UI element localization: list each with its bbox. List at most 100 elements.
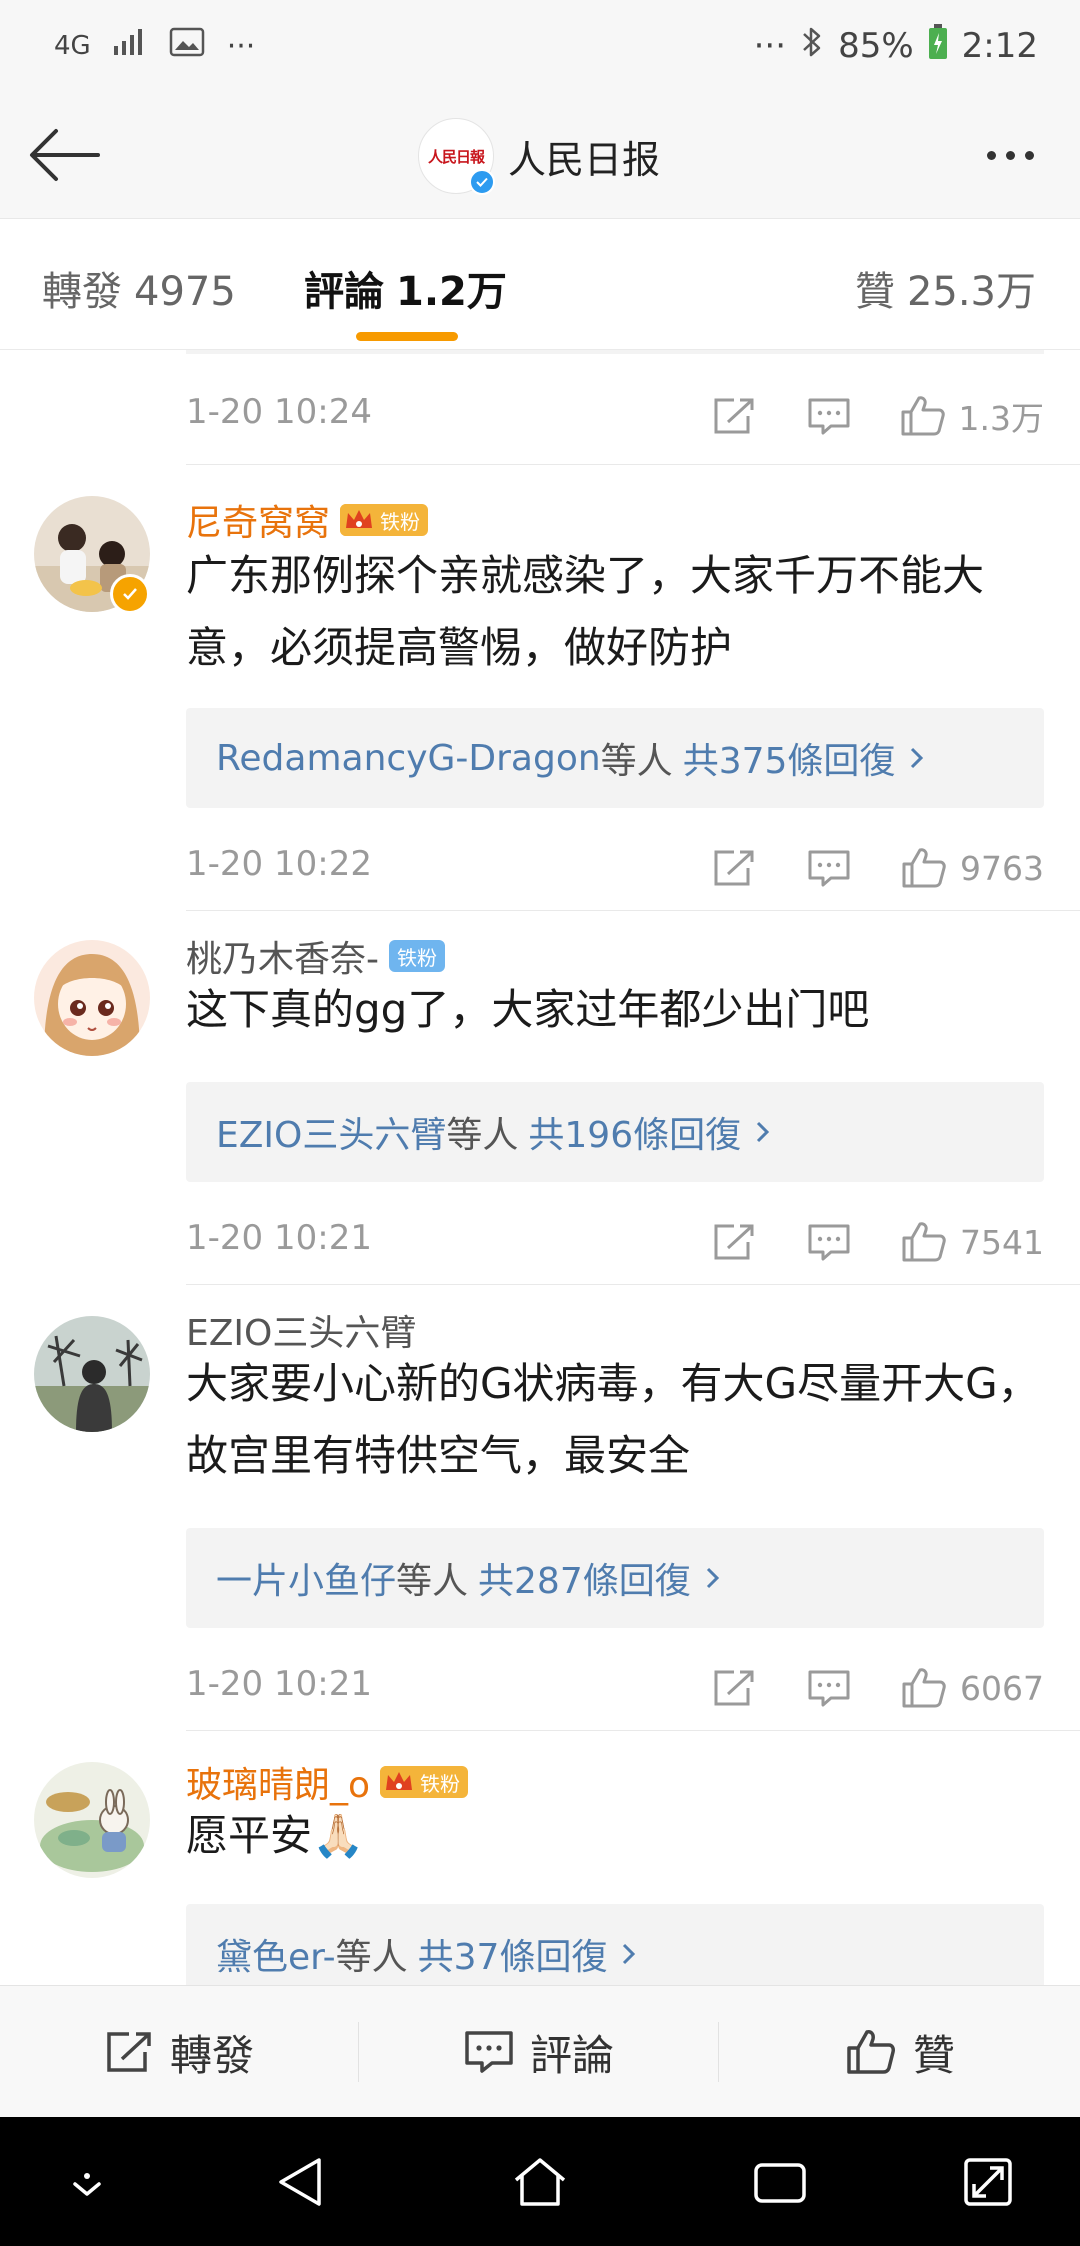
tab-likes[interactable]: 贊 25.3万: [855, 259, 1036, 317]
comment-icon: [808, 1670, 850, 1707]
username[interactable]: 尼奇窝窝: [186, 494, 330, 546]
comment-text: 这下真的gg了，大家过年都少出门吧: [186, 985, 870, 1034]
battery-percent: 85%: [838, 26, 914, 66]
thumbs-up-icon: [902, 1222, 946, 1262]
like-count: 9763: [960, 848, 1044, 888]
repost-button[interactable]: 轉發: [0, 1986, 358, 2118]
account-header[interactable]: 人民日報 人民日报: [418, 114, 660, 198]
more-dot: [986, 150, 996, 160]
comment-button[interactable]: [774, 848, 884, 888]
reply-count: 共375條回復: [682, 741, 896, 782]
thumbs-up-icon: [901, 396, 945, 436]
title-bar: 人民日報 人民日报: [0, 92, 1080, 219]
gallery-icon: [169, 27, 205, 65]
share-button[interactable]: [694, 1668, 774, 1708]
fan-badge: 铁粉: [389, 940, 445, 972]
like-action-button[interactable]: 贊: [720, 1986, 1080, 2118]
share-icon: [714, 1670, 754, 1706]
comment-icon: [465, 2031, 513, 2073]
tab-label: 轉發: [42, 269, 122, 315]
share-icon: [714, 850, 754, 886]
share-button[interactable]: [694, 848, 774, 888]
comment-action-button[interactable]: 評論: [360, 1986, 718, 2118]
comment-meta: 1-20 10:22 9763: [186, 838, 1044, 898]
like-label: 贊: [912, 2030, 955, 2080]
status-more-indicator-right: ···: [753, 26, 787, 66]
reply-summary[interactable]: RedamancyG-Dragon 等人 共375條回復: [186, 708, 1044, 808]
battery-charging-icon: [928, 23, 948, 69]
reply-count: 共37條回復: [417, 1937, 608, 1978]
avatar[interactable]: [34, 940, 150, 1056]
comment-button[interactable]: [774, 1222, 884, 1262]
logo: 人民日報: [427, 147, 485, 166]
badge-label: 铁粉: [380, 509, 421, 534]
bluetooth-icon: [800, 24, 824, 69]
chevron-right-icon: [621, 1941, 637, 1967]
verified-icon: [110, 574, 150, 614]
more-options-button[interactable]: [968, 116, 1052, 194]
tab-label: 評論: [304, 269, 384, 315]
comment-text: 广东那例探个亲就感染了，大家千万不能大意，必须提高警惕，做好防护: [186, 551, 985, 672]
comment-time: 1-20 10:22: [186, 844, 372, 884]
comment-item: 尼奇窝窝 铁粉 广东那例探个亲就感染了，大家千万不能大意，必须提高警惕，做好防护…: [0, 464, 1080, 910]
reply-summary[interactable]: 黛色er- 等人 共37條回復: [186, 1904, 1044, 1985]
nav-home-button[interactable]: [495, 2137, 585, 2227]
nav-recents-button[interactable]: [735, 2137, 825, 2227]
comment-user[interactable]: 尼奇窝窝 铁粉: [186, 494, 429, 546]
like-button[interactable]: 7541: [884, 1220, 1044, 1264]
like-button[interactable]: 6067: [884, 1666, 1044, 1710]
tab-repost[interactable]: 轉發 4975: [42, 259, 236, 317]
more-dot: [1024, 150, 1034, 160]
reply-summary[interactable]: 一片小鱼仔 等人 共287條回復: [186, 1528, 1044, 1628]
like-count: 6067: [960, 1668, 1044, 1708]
comment-time: 1-20 10:24: [186, 392, 372, 432]
repost-label: 轉發: [169, 2030, 254, 2080]
hide-nav-button[interactable]: [42, 2137, 132, 2227]
fan-badge: 铁粉: [340, 504, 429, 536]
crown-icon: [380, 1766, 419, 1798]
share-button[interactable]: [694, 1222, 774, 1262]
share-button[interactable]: [694, 396, 774, 436]
clock: 2:12: [961, 26, 1038, 66]
share-icon: [714, 398, 754, 434]
reply-connector: 等人: [446, 1115, 519, 1156]
fan-badge: 铁粉: [380, 1766, 469, 1798]
thumbs-up-icon: [847, 2030, 895, 2074]
reply-user: EZIO三头六臂: [216, 1115, 447, 1156]
reply-summary[interactable]: EZIO三头六臂 等人 共196條回復: [186, 1082, 1044, 1182]
like-button[interactable]: 1.3万: [884, 392, 1044, 440]
reply-connector: 等人: [396, 1561, 469, 1602]
badge-label: 铁粉: [420, 1771, 461, 1796]
comment-button[interactable]: [774, 1668, 884, 1708]
chevron-right-icon: [705, 1565, 721, 1591]
share-icon: [107, 2032, 151, 2072]
expand-icon: [964, 2158, 1012, 2206]
avatar[interactable]: [34, 1762, 150, 1878]
reply-user: 一片小鱼仔: [216, 1561, 397, 1602]
back-button[interactable]: [22, 116, 106, 194]
divider: [358, 2022, 359, 2082]
share-icon: [714, 1224, 754, 1260]
chevron-right-icon: [909, 745, 925, 771]
reply-user: RedamancyG-Dragon: [216, 737, 601, 779]
nav-back-button[interactable]: [256, 2137, 346, 2227]
reply-user: 黛色er-: [216, 1937, 336, 1978]
active-tab-indicator: [356, 332, 458, 341]
reply-count: 共196條回復: [528, 1115, 742, 1156]
tab-comments[interactable]: 評論 1.2万: [304, 259, 507, 317]
tab-bar: 轉發 4975 評論 1.2万 贊 25.3万: [0, 219, 1080, 350]
comment-time: 1-20 10:21: [186, 1664, 372, 1704]
nav-expand-button[interactable]: [943, 2137, 1033, 2227]
verified-icon: [469, 169, 495, 195]
chevron-right-icon: [755, 1119, 771, 1145]
home-icon: [514, 2158, 566, 2206]
like-button[interactable]: 9763: [884, 846, 1044, 890]
triangle-back-icon: [279, 2158, 321, 2206]
status-bar: 4G ··· ··· 85% 2:12: [0, 0, 1080, 92]
account-avatar[interactable]: 人民日報: [418, 118, 495, 195]
like-count: 7541: [960, 1222, 1044, 1262]
comment-list[interactable]: 1-20 10:24 1.3万 尼奇窝窝 铁粉 广东那例探个亲就感染了，大家千万…: [0, 350, 1080, 1985]
avatar[interactable]: [34, 1316, 150, 1432]
recents-icon: [754, 2163, 806, 2203]
comment-button[interactable]: [774, 396, 884, 436]
